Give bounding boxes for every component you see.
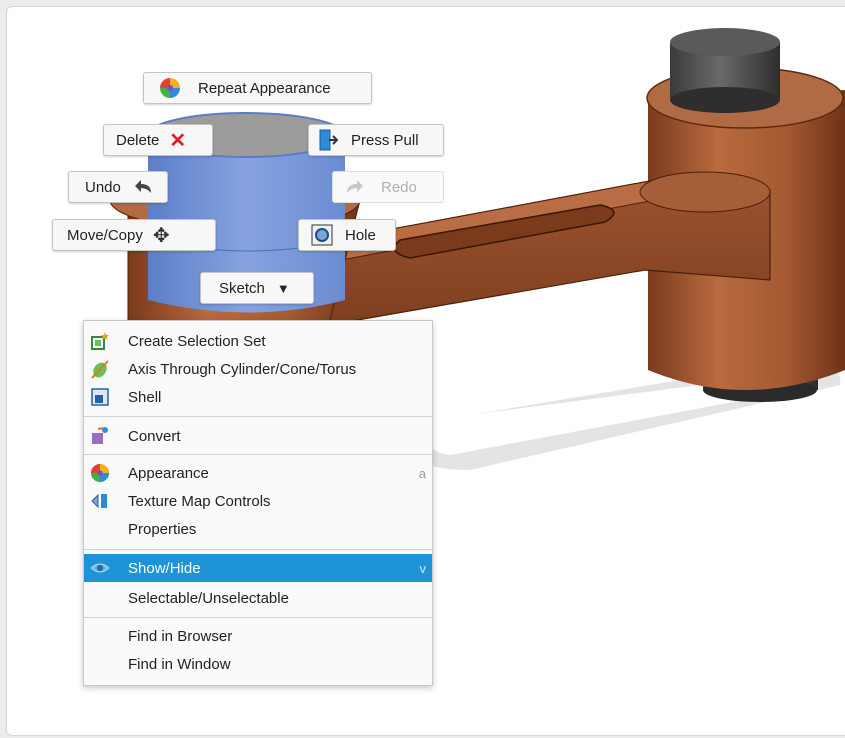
shortcut-hint: v [419,561,427,576]
repeat-appearance-label: Repeat Appearance [198,79,331,97]
convert-icon [90,426,110,446]
press-pull-label: Press Pull [351,131,419,149]
menu-item-properties[interactable]: Properties [84,515,432,543]
menu-item-convert[interactable]: Convert [84,422,432,450]
sketch-dropdown-button[interactable]: Sketch ▼ [200,272,314,304]
menu-label: Properties [128,521,197,538]
menu-item-shell[interactable]: Shell [84,383,432,411]
press-pull-button[interactable]: Press Pull [308,124,444,156]
menu-label: Axis Through Cylinder/Cone/Torus [128,361,357,378]
eye-icon [90,558,110,578]
delete-x-icon: ✕ [169,129,187,152]
menu-separator [84,416,432,417]
delete-button[interactable]: Delete ✕ [103,124,213,156]
menu-label: Selectable/Unselectable [128,590,289,607]
redo-arrow-icon [343,178,365,196]
redo-label: Redo [381,178,417,196]
menu-item-show-hide[interactable]: Show/Hide v [84,554,432,582]
hole-button[interactable]: Hole [298,219,396,251]
sketch-label: Sketch [219,279,265,297]
menu-separator [84,549,432,550]
move-copy-button[interactable]: Move/Copy ✥ [52,219,216,251]
menu-separator [84,617,432,618]
menu-item-selectable-unselectable[interactable]: Selectable/Unselectable [84,584,432,612]
menu-label: Create Selection Set [128,333,266,350]
undo-button[interactable]: Undo [68,171,168,203]
menu-item-axis-through-cylinder[interactable]: Axis Through Cylinder/Cone/Torus [84,355,432,383]
context-menu: Create Selection Set Axis Through Cylind… [83,320,433,686]
menu-item-texture-map-controls[interactable]: Texture Map Controls [84,487,432,515]
menu-label: Convert [128,428,181,445]
undo-label: Undo [85,178,121,196]
menu-label: Find in Window [128,656,231,673]
hole-label: Hole [345,226,376,244]
shortcut-hint: a [418,466,426,481]
menu-label: Show/Hide [128,560,201,577]
menu-separator [84,454,432,455]
menu-label: Find in Browser [128,628,233,645]
move-arrows-icon: ✥ [152,224,170,247]
menu-item-appearance[interactable]: Appearance a [84,459,432,487]
menu-item-find-in-window[interactable]: Find in Window [84,650,432,678]
delete-label: Delete [116,131,160,149]
redo-button[interactable]: Redo [332,171,444,203]
menu-label: Shell [128,389,162,406]
press-pull-icon [317,128,339,152]
axis-icon [90,359,110,379]
selection-set-icon [90,331,110,351]
menu-label: Appearance [128,465,209,482]
undo-arrow-icon [133,178,155,196]
texture-map-icon [90,491,110,511]
shell-icon [90,387,110,407]
repeat-appearance-button[interactable]: Repeat Appearance [143,72,372,104]
menu-item-create-selection-set[interactable]: Create Selection Set [84,327,432,355]
caret-down-icon: ▼ [276,280,290,296]
appearance-icon [90,463,110,483]
menu-label: Texture Map Controls [128,493,271,510]
move-copy-label: Move/Copy [67,226,143,244]
appearance-icon [156,77,184,99]
menu-item-find-in-browser[interactable]: Find in Browser [84,622,432,650]
hole-icon [311,224,333,246]
